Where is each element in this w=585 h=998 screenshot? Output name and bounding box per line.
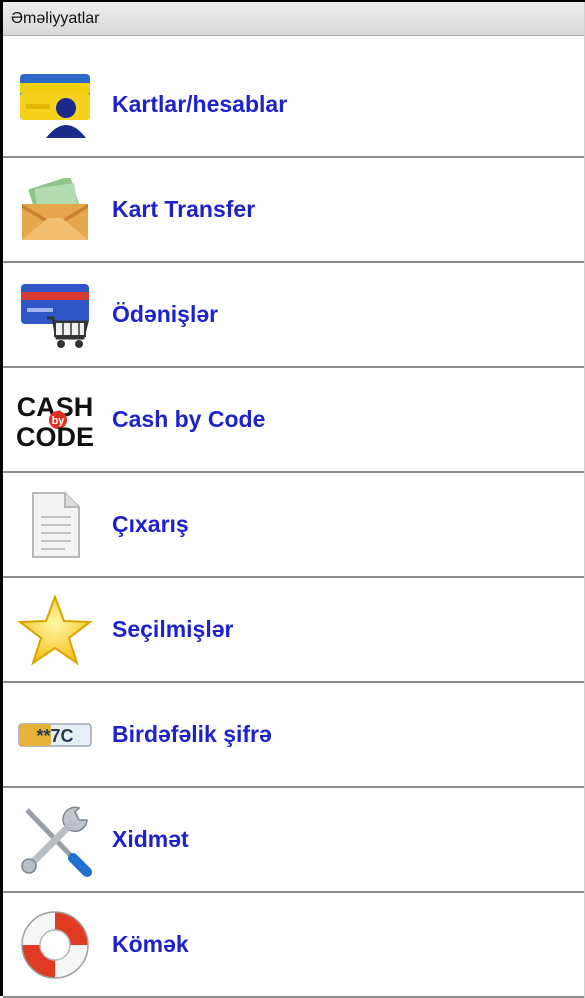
document-icon xyxy=(16,486,94,564)
menu-item-favorites[interactable]: Seçilmişlər xyxy=(3,578,585,683)
star-icon xyxy=(16,591,94,669)
menu-item-label: Çıxarış xyxy=(112,511,189,537)
screen: Əməliyyatlar Kartlar/hesablar Kart Trans… xyxy=(0,0,585,998)
section-title: Əməliyyatlar xyxy=(11,9,100,27)
menu-item-label: Kartlar/hesablar xyxy=(112,91,288,117)
menu-item-label: Birdəfəlik şifrə xyxy=(112,721,272,747)
menu-item-label: Ödənişlər xyxy=(112,301,219,327)
cash-by-code-icon: CASH by CODE xyxy=(16,381,94,459)
menu-item-cash-by-code[interactable]: CASH by CODE Cash by Code xyxy=(3,368,585,473)
one-time-password-icon: **7C xyxy=(16,696,94,774)
envelope-money-icon xyxy=(16,171,94,249)
menu-item-label: Xidmət xyxy=(112,826,189,852)
lifebuoy-icon xyxy=(16,906,94,984)
menu-item-help[interactable]: Kömək xyxy=(3,893,585,998)
menu-item-label: Kart Transfer xyxy=(112,196,256,222)
card-cart-icon xyxy=(16,276,94,354)
card-user-icon xyxy=(16,66,94,144)
operations-menu: Kartlar/hesablar Kart Transfer Ödənişlər… xyxy=(3,53,585,998)
cash-by-code-text-bottom: CODE xyxy=(16,422,94,450)
menu-item-cards-accounts[interactable]: Kartlar/hesablar xyxy=(3,53,585,158)
section-header: Əməliyyatlar xyxy=(3,2,585,36)
menu-item-card-transfer[interactable]: Kart Transfer xyxy=(3,158,585,263)
menu-item-payments[interactable]: Ödənişlər xyxy=(3,263,585,368)
menu-item-label: Cash by Code xyxy=(112,406,266,432)
menu-item-statement[interactable]: Çıxarış xyxy=(3,473,585,578)
menu-item-label: Kömək xyxy=(112,931,189,957)
menu-item-service[interactable]: Xidmət xyxy=(3,788,585,893)
otp-icon-text: **7C xyxy=(36,726,73,746)
tools-icon xyxy=(16,801,94,879)
menu-item-one-time-password[interactable]: **7C Birdəfəlik şifrə xyxy=(3,683,585,788)
menu-item-label: Seçilmişlər xyxy=(112,616,234,642)
